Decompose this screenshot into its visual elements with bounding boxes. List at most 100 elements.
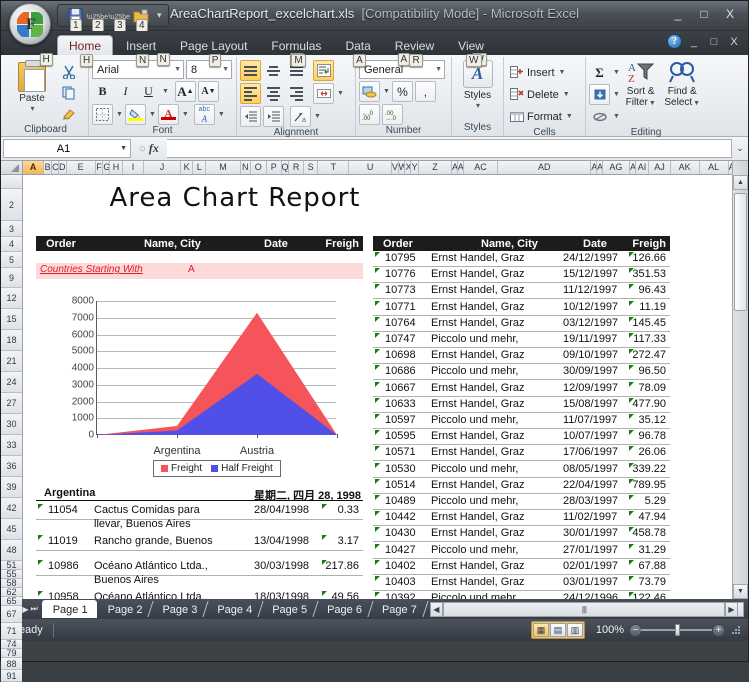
column-header-e[interactable]: E <box>66 161 96 174</box>
decrease-indent-button[interactable] <box>240 106 261 127</box>
vertical-scroll-thumb[interactable] <box>734 193 747 311</box>
accounting-chevron-down-icon[interactable]: ▼ <box>383 88 390 95</box>
align-right-button[interactable] <box>286 83 307 104</box>
clear-button[interactable] <box>589 106 610 127</box>
ribbon-close-button[interactable]: X <box>726 36 742 48</box>
find-select-button[interactable]: Find & Select▼ <box>661 60 703 108</box>
italic-button[interactable]: I <box>115 81 136 102</box>
page-break-view-button[interactable]: ▥ <box>567 623 583 637</box>
column-header-b[interactable]: B <box>44 161 53 174</box>
column-header-ak[interactable]: AK <box>670 161 700 174</box>
align-center-button[interactable] <box>263 83 284 104</box>
ribbon-restore-button[interactable]: □ <box>706 36 722 48</box>
table-row[interactable]: 10514 Ernst Handel, Graz 22/04/1997 789.95 <box>373 478 670 494</box>
table-row[interactable]: 10776 Ernst Handel, Graz 15/12/1997 351.53 <box>373 267 670 284</box>
column-header-aj[interactable]: AJ <box>649 161 671 174</box>
resize-grip-icon[interactable] <box>730 624 742 636</box>
office-button[interactable]: F <box>9 3 51 45</box>
table-row[interactable]: 10392 Piccolo und mehr, 24/12/1996 122.46 <box>373 591 670 599</box>
copy-button[interactable] <box>58 83 80 103</box>
column-header-l[interactable]: L <box>193 161 207 174</box>
column-header-i[interactable]: I <box>122 161 145 174</box>
column-header-n[interactable]: N <box>240 161 251 174</box>
table-row[interactable]: 10958 Océano Atlántico Ltda., 18/03/1998 49… <box>36 590 363 599</box>
tab-home[interactable]: Home H <box>57 35 114 67</box>
column-header-o[interactable]: O <box>250 161 267 174</box>
increase-indent-button[interactable] <box>263 106 284 127</box>
table-row[interactable]: 10764 Ernst Handel, Graz 03/12/1997 145.45 <box>373 316 670 332</box>
table-row[interactable]: 10530 Piccolo und mehr, 08/05/1997 339.22 <box>373 462 670 478</box>
page-layout-view-button[interactable]: ▤ <box>550 623 566 637</box>
fill-color-chevron-down-icon[interactable]: ▼ <box>149 111 156 118</box>
wrap-text-button[interactable] <box>313 60 334 81</box>
tab-view[interactable]: View W <box>447 36 495 67</box>
cancel-entry-icon[interactable]: ○ <box>139 143 146 155</box>
tab-review[interactable]: Review R <box>384 36 445 67</box>
sheet-tab-page-6[interactable]: Page 6 <box>316 600 371 618</box>
table-row[interactable]: 10489 Piccolo und mehr, 28/03/1997 5.29 <box>373 494 670 510</box>
table-row[interactable]: 11019 Rancho grande, Buenos 13/04/1998 3.17 <box>36 534 363 551</box>
table-row[interactable]: 10595 Ernst Handel, Graz 10/07/1997 96.78 <box>373 429 670 446</box>
row-header-18[interactable]: 18 <box>1 330 22 351</box>
comma-style-button[interactable]: , <box>414 81 436 102</box>
column-header-s[interactable]: S <box>303 161 319 174</box>
delete-cells-button[interactable]: Delete ▼ <box>507 84 576 105</box>
row-header-71[interactable]: 71 <box>1 623 22 640</box>
row-header-39[interactable]: 39 <box>1 477 22 498</box>
sheet-tab-page-2[interactable]: Page 2 <box>97 600 152 618</box>
column-header-c[interactable]: C <box>52 161 59 174</box>
column-header-q[interactable]: Q <box>281 161 290 174</box>
table-row[interactable]: 10402 Ernst Handel, Graz 02/01/1997 67.88 <box>373 559 670 575</box>
row-header-58[interactable]: 58 <box>1 579 22 588</box>
undo-button[interactable]: \u25be 2 <box>86 6 108 32</box>
align-left-button[interactable] <box>240 83 261 104</box>
table-row[interactable]: 10698 Ernst Handel, Graz 09/10/1997 272.47 <box>373 348 670 365</box>
select-all-button[interactable] <box>1 161 22 175</box>
column-header-al[interactable]: AL <box>699 161 729 174</box>
column-header-ag[interactable]: AG <box>602 161 630 174</box>
column-header-v[interactable]: V <box>391 161 399 174</box>
paste-button[interactable]: Paste ▾ <box>6 60 58 113</box>
tab-data[interactable]: Data A <box>334 36 381 67</box>
sheet-tab-page-3[interactable]: Page 3 <box>151 600 206 618</box>
row-header-3[interactable]: 3 <box>1 221 22 237</box>
horizontal-scrollbar[interactable]: ◀ |||| ▶ <box>429 601 748 617</box>
accounting-format-button[interactable] <box>359 81 380 102</box>
fill-color-button[interactable] <box>124 104 146 125</box>
table-row[interactable]: 10686 Piccolo und mehr, 30/09/1997 96.50 <box>373 364 670 381</box>
row-header-21[interactable]: 21 <box>1 351 22 372</box>
column-header-j[interactable]: J <box>144 161 181 174</box>
shrink-font-button[interactable]: A ▼ <box>197 81 219 102</box>
column-header-z[interactable]: Z <box>419 161 452 174</box>
zoom-slider[interactable]: − + <box>629 623 725 637</box>
autosum-button[interactable]: Σ <box>589 62 610 83</box>
table-row[interactable]: 11054 Cactus Comidas para 28/04/1998 0.33 <box>36 503 363 520</box>
minimize-button[interactable]: _ <box>666 5 690 23</box>
fill-chevron-down-icon[interactable]: ▼ <box>613 91 620 98</box>
sheet-tab-page-5[interactable]: Page 5 <box>261 600 316 618</box>
row-header-88[interactable]: 88 <box>1 658 22 670</box>
row-header-55[interactable]: 55 <box>1 570 22 579</box>
save-button[interactable]: 1 <box>64 6 86 32</box>
column-header-y[interactable]: Y <box>411 161 420 174</box>
table-row[interactable]: 10747 Piccolo und mehr, 19/11/1997 117.33 <box>373 332 670 348</box>
format-cells-button[interactable]: Format ▼ <box>507 106 576 127</box>
clear-chevron-down-icon[interactable]: ▼ <box>613 113 620 120</box>
column-header-d[interactable]: D <box>58 161 67 174</box>
row-header-33[interactable]: 33 <box>1 435 22 456</box>
expand-formula-bar-icon[interactable]: ⌄ <box>732 143 748 154</box>
row-header-27[interactable]: 27 <box>1 393 22 414</box>
table-row[interactable]: 10403 Ernst Handel, Graz 03/01/1997 73.79 <box>373 575 670 591</box>
sheet-tab-page-7[interactable]: Page 7 <box>371 600 426 618</box>
hscroll-resize-handle[interactable] <box>738 601 744 617</box>
column-header-g[interactable]: G <box>103 161 111 174</box>
next-sheet-button[interactable]: ▶ <box>22 605 28 614</box>
row-header-65[interactable]: 65 <box>1 597 22 606</box>
fill-button[interactable] <box>589 84 610 105</box>
row-header-15[interactable]: 15 <box>1 309 22 330</box>
insert-cells-button[interactable]: Insert ▼ <box>507 62 576 83</box>
normal-view-button[interactable]: ▦ <box>533 623 549 637</box>
scroll-down-button[interactable]: ▼ <box>733 584 748 599</box>
column-header-ad[interactable]: AD <box>498 161 592 174</box>
customize-qat-icon[interactable]: ▾ <box>157 10 162 21</box>
